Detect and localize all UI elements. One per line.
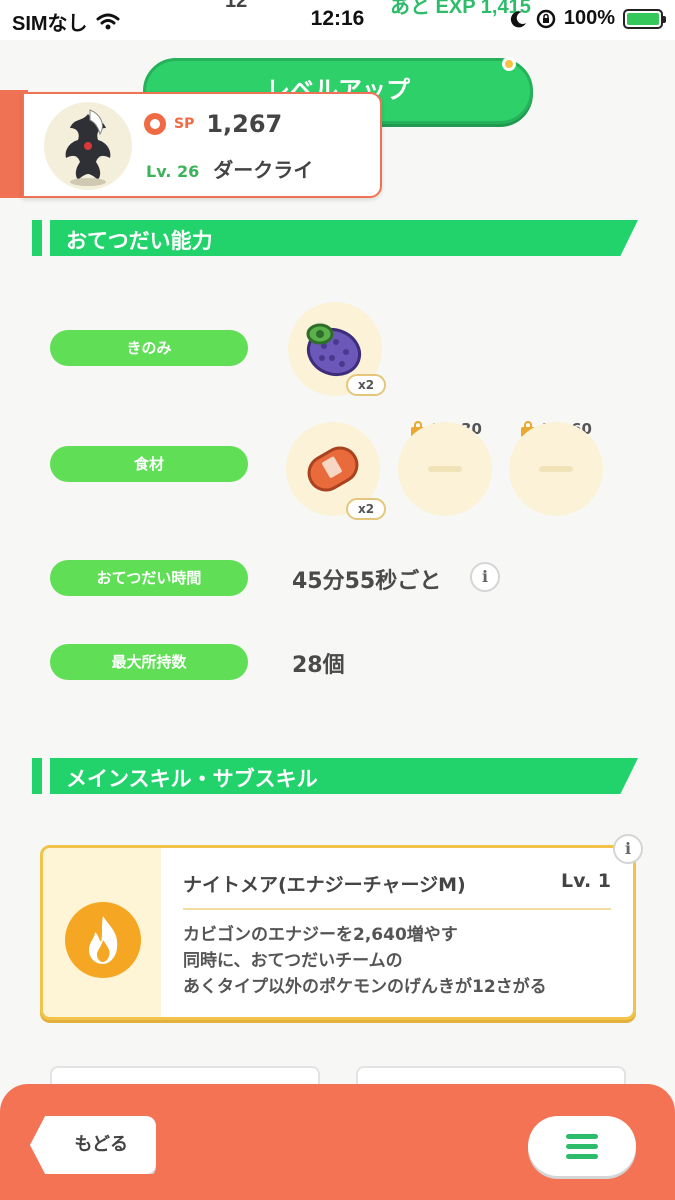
status-bar: SIMなし 12 あと EXP 1,415 12:16 100% (0, 0, 675, 40)
flame-icon (89, 916, 118, 964)
main-skill-description: カビゴンのエナジーを2,640増やす 同時に、おてつだいチームの あくタイプ以外… (183, 922, 547, 1000)
ingredient-qty-badge: x2 (346, 498, 386, 520)
berry-item[interactable]: x2 (288, 302, 386, 396)
max-carry-label-pill: 最大所持数 (50, 644, 248, 680)
pokeball-icon (144, 113, 166, 135)
main-skill-name: ナイトメア(エナジーチャージM) (183, 874, 466, 896)
pokemon-name: ダークライ (213, 158, 314, 182)
berry-qty-badge: x2 (346, 374, 386, 396)
max-carry-value: 28個 (292, 653, 345, 678)
pokemon-level: Lv. 26 (146, 162, 200, 181)
locked-ingredient-slot-2 (509, 422, 603, 516)
skill-icon-panel (43, 848, 161, 1017)
help-time-label-pill: おてつだい時間 (50, 560, 248, 596)
berry-label-pill: きのみ (50, 330, 248, 366)
ingredient-item-1[interactable]: x2 (286, 422, 386, 520)
main-skill-card[interactable]: ナイトメア(エナジーチャージM) Lv. 1 カビゴンのエナジーを2,640増や… (40, 834, 643, 1020)
status-right: 100% (510, 7, 666, 30)
skill-info-icon[interactable]: i (613, 834, 643, 864)
skill-section-title: メインスキル・サブスキル (66, 767, 318, 791)
skill-icon-circle (65, 902, 141, 978)
help-time-value: 45分55秒ごと (292, 569, 442, 594)
skill-desc-line-3: あくタイプ以外のポケモンのげんきが12さがる (183, 977, 547, 997)
help-section-header: おてつだい能力 (32, 220, 638, 256)
locked-ingredient-slot-1 (398, 422, 492, 516)
battery-percent: 100% (563, 7, 615, 29)
back-button[interactable]: もどる (30, 1116, 156, 1174)
moon-icon (510, 10, 526, 27)
help-time-info-icon[interactable]: i (470, 562, 500, 592)
help-section-title: おてつだい能力 (66, 229, 213, 253)
darkrai-sprite-icon (65, 109, 111, 186)
rotation-lock-icon (536, 9, 556, 28)
skill-section-header: メインスキル・サブスキル (32, 758, 638, 794)
sp-label: SP (174, 116, 195, 132)
skill-desc-line-1: カビゴンのエナジーを2,640増やす (183, 925, 458, 945)
skill-divider (183, 908, 611, 910)
main-skill-level: Lv. 1 (561, 870, 611, 892)
skill-desc-line-2: 同時に、おてつだいチームの (183, 951, 403, 971)
battery-icon (623, 8, 666, 29)
sp-value: 1,267 (206, 110, 283, 138)
menu-button[interactable] (528, 1116, 636, 1176)
sp-row: SP 1,267 (144, 110, 282, 138)
pokemon-card: SP 1,267 Lv. 26 ダークライ (22, 92, 382, 198)
ingredient-label-pill: 食材 (50, 446, 248, 482)
pokemon-avatar (44, 102, 132, 190)
level-row: Lv. 26 ダークライ (146, 154, 313, 183)
notification-dot (502, 57, 516, 71)
